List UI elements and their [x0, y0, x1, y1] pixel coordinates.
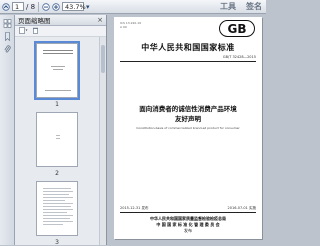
thumbnail-label: 1	[55, 101, 59, 108]
thumbnail-list: 1 2 3	[15, 37, 99, 246]
document-title-line-1: 面向消费者的诚信性消费产品环境	[139, 105, 237, 113]
implementation-date: 2016-07-01 实施	[227, 206, 256, 210]
tools-menu[interactable]: 工具	[216, 1, 240, 12]
gb-logo-icon: GB	[219, 20, 255, 37]
toolbar: 1 / 8 43.7% ▾ 工具 签名	[0, 0, 266, 14]
page-thumbnail-2[interactable]	[36, 112, 78, 167]
thumbnail-label: 2	[55, 170, 59, 177]
header-rule	[120, 61, 256, 62]
bookmark-icon[interactable]	[2, 31, 12, 41]
document-page: ICS 13.220.10 A 00 GB 中华人民共和国国家标准 GB/T 3…	[114, 17, 262, 239]
delete-icon[interactable]	[32, 27, 39, 36]
close-icon[interactable]: ×	[97, 16, 103, 24]
sign-menu[interactable]: 签名	[242, 1, 266, 12]
zoom-out-icon[interactable]	[42, 2, 50, 12]
pdf-reader-window: 1 / 8 43.7% ▾ 工具 签名 页面缩略图 × 1 2 3 ICS 13…	[0, 0, 266, 246]
navigation-strip	[0, 15, 15, 245]
footer-rule	[120, 212, 256, 213]
category-code: A 00	[120, 25, 127, 29]
options-icon[interactable]	[19, 26, 28, 36]
toolbar-divider	[38, 1, 40, 12]
thumbnails-icon[interactable]	[2, 18, 12, 28]
thumbnails-panel: 页面缩略图 × 1 2 3	[15, 15, 107, 246]
scrollbar-thumb[interactable]	[101, 45, 105, 73]
page-count-label: / 8	[26, 2, 36, 11]
logo-text: GB	[228, 22, 247, 36]
page-up-icon[interactable]	[2, 2, 10, 12]
thumbnail-scrollbar[interactable]	[99, 37, 106, 245]
document-title-line-2: 友好声明	[175, 115, 201, 123]
current-page-input[interactable]: 1	[12, 2, 24, 11]
issue-date: 2015-12-31 发布	[120, 206, 149, 210]
chevron-down-icon[interactable]: ▾	[86, 2, 90, 12]
standard-title: 中华人民共和国国家标准	[141, 42, 235, 52]
page-thumbnail-1[interactable]	[34, 41, 80, 100]
panel-title: 页面缩略图	[18, 17, 51, 25]
document-english-title: Constitution-basis of commercialized bra…	[136, 126, 240, 130]
attachment-icon[interactable]	[2, 44, 12, 54]
zoom-in-icon[interactable]	[52, 2, 60, 12]
zoom-level-select[interactable]: 43.7%	[62, 2, 86, 11]
standard-number: GB/T 32428—2015	[222, 55, 256, 59]
panel-header: 页面缩略图 ×	[15, 15, 106, 26]
document-view[interactable]: ICS 13.220.10 A 00 GB 中华人民共和国国家标准 GB/T 3…	[107, 15, 266, 245]
issuer-suffix: 发布	[184, 228, 192, 233]
page-thumbnail-3[interactable]	[36, 181, 78, 236]
panel-toolbar	[15, 26, 106, 37]
